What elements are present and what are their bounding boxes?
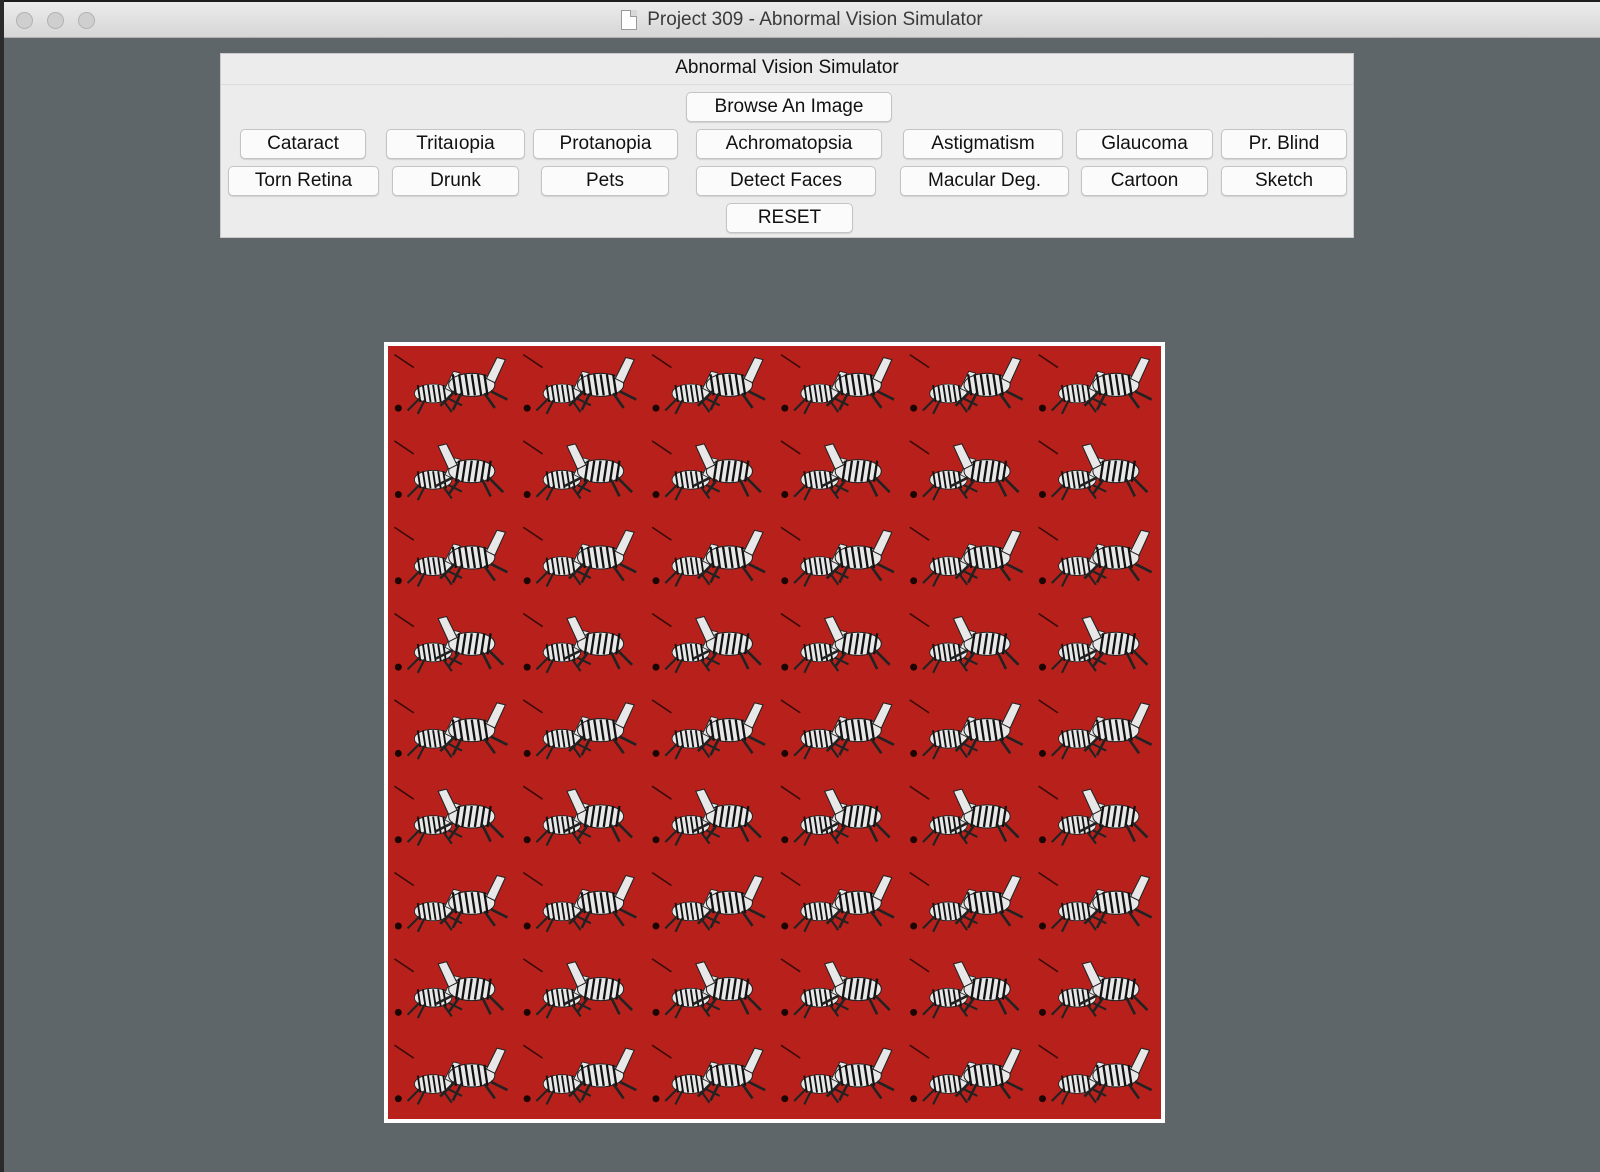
- panel-title: Abnormal Vision Simulator: [221, 54, 1353, 85]
- achromatopsia-button[interactable]: Achromatopsia: [696, 129, 882, 159]
- cartoon-button[interactable]: Cartoon: [1081, 166, 1208, 196]
- dot-mark: [652, 836, 660, 844]
- dot-mark: [394, 836, 402, 844]
- dot-mark: [910, 1095, 918, 1103]
- dot-mark: [910, 836, 918, 844]
- dot-mark: [781, 749, 789, 757]
- dot-mark: [781, 404, 789, 412]
- document-icon: [621, 10, 638, 30]
- dot-mark: [1038, 404, 1046, 412]
- reset-button[interactable]: RESET: [726, 203, 853, 233]
- dot-mark: [1038, 749, 1046, 757]
- detect-faces-button[interactable]: Detect Faces: [696, 166, 876, 196]
- dot-mark: [910, 1008, 918, 1016]
- dot-mark: [1038, 1008, 1046, 1016]
- dot-mark: [394, 663, 402, 671]
- tritanopia-button[interactable]: Tritaıopia: [386, 129, 525, 159]
- dot-mark: [781, 836, 789, 844]
- dot-mark: [652, 1095, 660, 1103]
- dot-mark: [781, 1008, 789, 1016]
- torn-retina-button[interactable]: Torn Retina: [228, 166, 379, 196]
- dot-mark: [910, 663, 918, 671]
- pets-button[interactable]: Pets: [541, 166, 669, 196]
- dot-mark: [394, 490, 402, 498]
- dot-mark: [394, 922, 402, 930]
- dot-mark: [781, 663, 789, 671]
- astigmatism-button[interactable]: Astigmatism: [903, 129, 1063, 159]
- dot-mark: [523, 1095, 531, 1103]
- dot-mark: [523, 663, 531, 671]
- pr-blind-button[interactable]: Pr. Blind: [1221, 129, 1347, 159]
- app-window: Project 309 - Abnormal Vision Simulator …: [4, 2, 1600, 1172]
- dot-mark: [652, 922, 660, 930]
- dot-mark: [523, 1008, 531, 1016]
- macular-degeneration-button[interactable]: Macular Deg.: [900, 166, 1069, 196]
- dot-mark: [1038, 922, 1046, 930]
- dot-mark: [394, 577, 402, 585]
- dot-mark: [652, 490, 660, 498]
- dot-mark: [652, 404, 660, 412]
- dot-mark: [652, 1008, 660, 1016]
- dot-mark: [910, 922, 918, 930]
- glaucoma-button[interactable]: Glaucoma: [1076, 129, 1213, 159]
- image-display: [384, 342, 1165, 1123]
- dot-mark: [394, 1095, 402, 1103]
- control-panel: Abnormal Vision Simulator Browse An Imag…: [220, 53, 1354, 238]
- dot-mark: [523, 404, 531, 412]
- dot-mark: [1038, 836, 1046, 844]
- dot-mark: [1038, 663, 1046, 671]
- dot-mark: [394, 404, 402, 412]
- dot-mark: [781, 577, 789, 585]
- dot-mark: [523, 490, 531, 498]
- dot-mark: [781, 490, 789, 498]
- dot-mark: [394, 1008, 402, 1016]
- dot-mark: [652, 663, 660, 671]
- dot-mark: [781, 922, 789, 930]
- sketch-button[interactable]: Sketch: [1221, 166, 1347, 196]
- image-background: [388, 346, 1161, 1119]
- zebra-pattern-image: [388, 346, 1161, 1119]
- dot-mark: [1038, 577, 1046, 585]
- protanopia-button[interactable]: Protanopia: [533, 129, 678, 159]
- dot-mark: [1038, 490, 1046, 498]
- dot-mark: [523, 836, 531, 844]
- cataract-button[interactable]: Cataract: [240, 129, 366, 159]
- dot-mark: [910, 404, 918, 412]
- drunk-button[interactable]: Drunk: [392, 166, 519, 196]
- dot-mark: [523, 749, 531, 757]
- window-title: Project 309 - Abnormal Vision Simulator: [647, 9, 983, 30]
- browse-image-button[interactable]: Browse An Image: [686, 92, 892, 122]
- window-title-wrap: Project 309 - Abnormal Vision Simulator: [4, 2, 1600, 38]
- dot-mark: [652, 577, 660, 585]
- dot-mark: [781, 1095, 789, 1103]
- dot-mark: [910, 577, 918, 585]
- dot-mark: [523, 577, 531, 585]
- dot-mark: [523, 922, 531, 930]
- dot-mark: [652, 749, 660, 757]
- dot-mark: [394, 749, 402, 757]
- dot-mark: [910, 490, 918, 498]
- title-bar[interactable]: Project 309 - Abnormal Vision Simulator: [4, 2, 1600, 38]
- dot-mark: [1038, 1095, 1046, 1103]
- dot-mark: [910, 749, 918, 757]
